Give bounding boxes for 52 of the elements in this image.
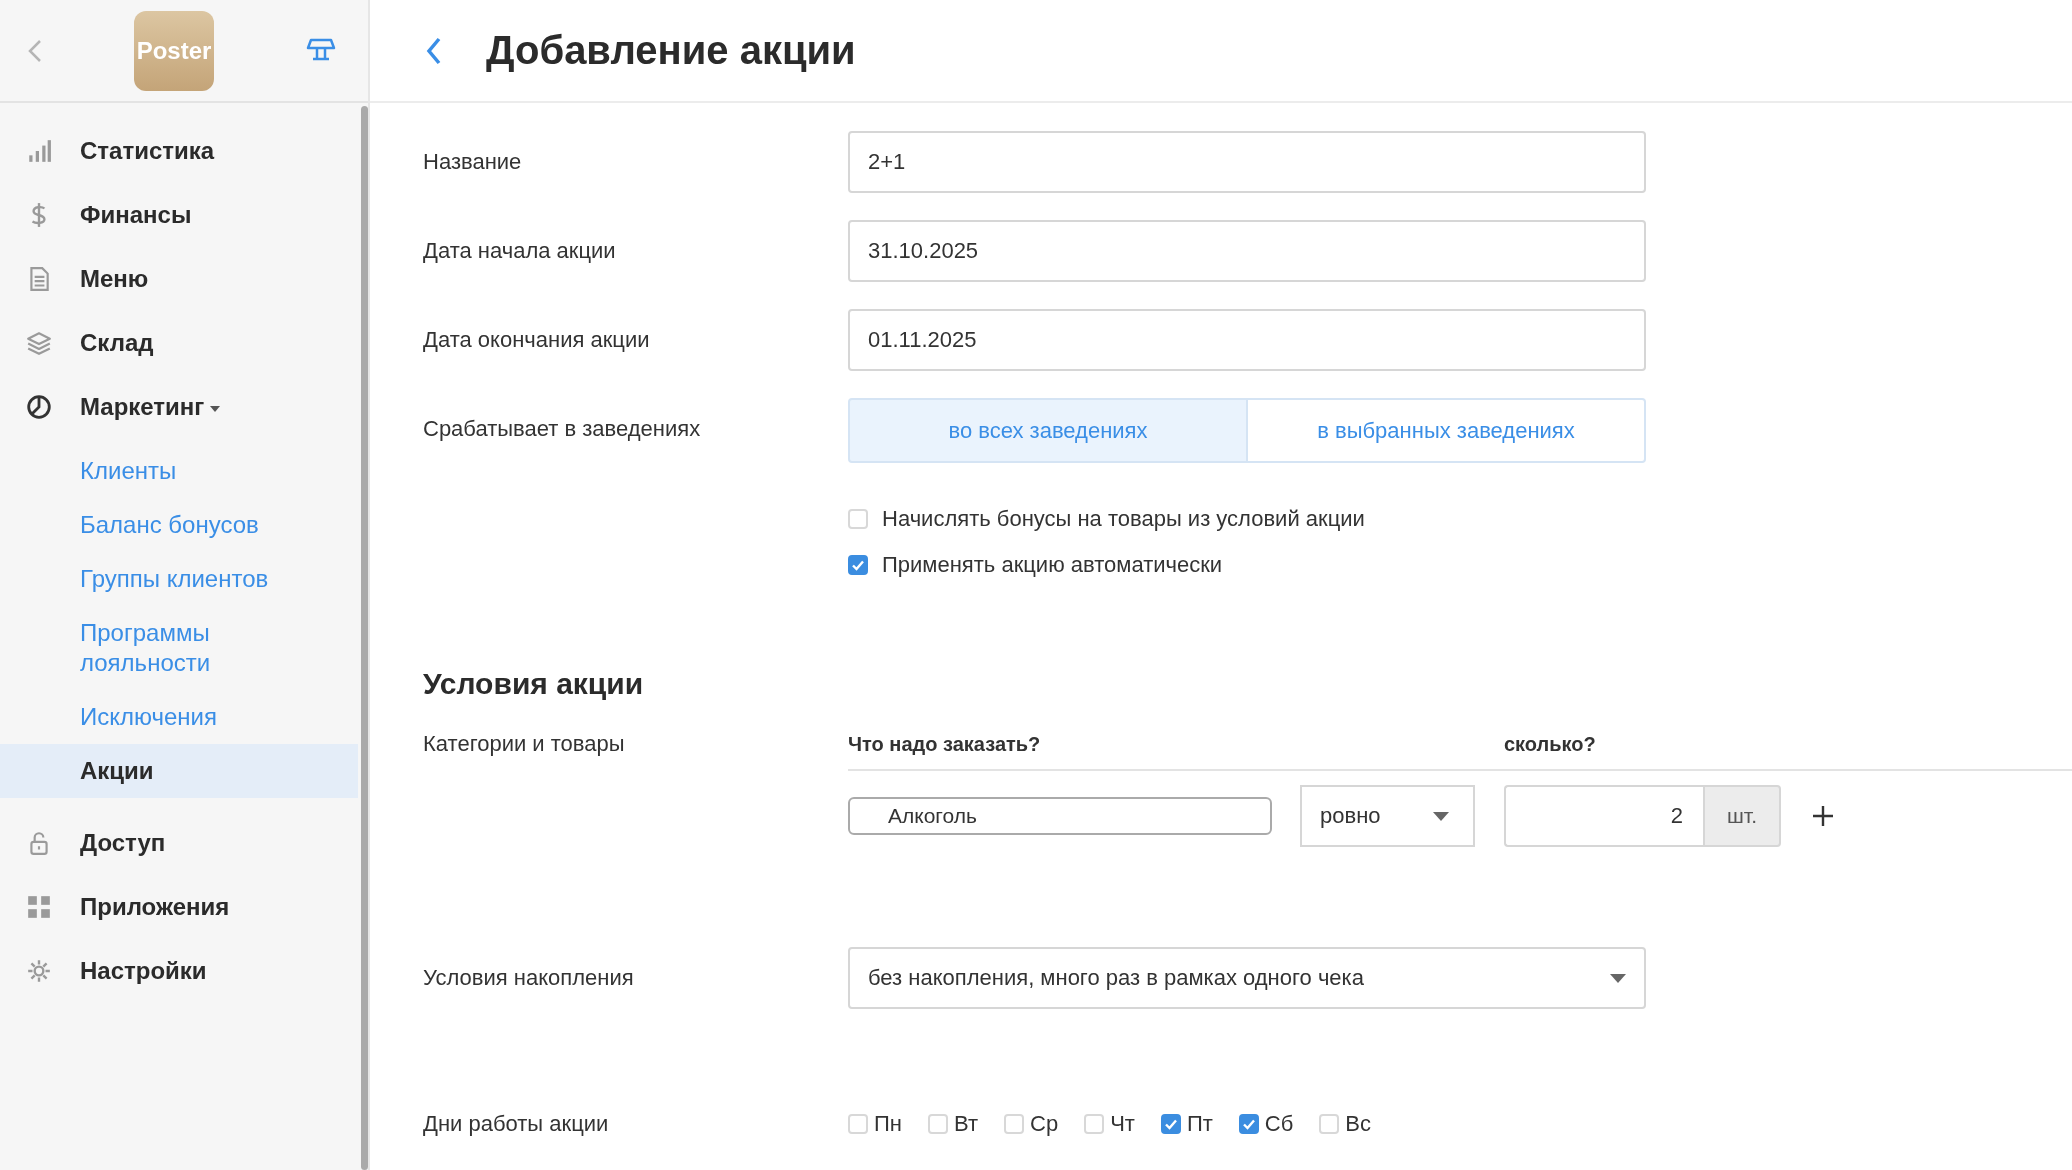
field-label: Срабатывает в заведениях: [423, 415, 702, 442]
field-label: Условия накопления: [423, 964, 635, 991]
day-label: Ср: [1030, 1111, 1059, 1137]
field-label: Категории и товары: [423, 730, 626, 758]
dropdown-arrow-icon: [1610, 973, 1626, 983]
scrollbar[interactable]: [361, 106, 368, 1170]
sidebar-item[interactable]: Меню: [0, 247, 358, 311]
app-logo: Poster: [134, 10, 214, 91]
sidebar-item[interactable]: Склад: [0, 311, 358, 375]
text-field[interactable]: 01.11.2025: [848, 309, 1646, 371]
text-field[interactable]: 31.10.2025: [848, 220, 1646, 282]
checkbox[interactable]: [1160, 1114, 1181, 1134]
day-label: Сб: [1264, 1111, 1294, 1137]
day-label: Чт: [1110, 1111, 1135, 1137]
back-chevron-icon[interactable]: [28, 38, 42, 63]
section-title: Условия акции: [423, 666, 645, 702]
day-label: Пн: [874, 1111, 902, 1137]
checkbox[interactable]: [848, 555, 868, 575]
settings-icon: [26, 958, 52, 984]
product-field[interactable]: Алкоголь: [848, 797, 1272, 835]
pie-chart-icon: [26, 394, 52, 420]
checkbox[interactable]: [1238, 1114, 1259, 1134]
dropdown-arrow-icon: [1433, 811, 1449, 821]
field-label: Дата начала акции: [423, 237, 617, 264]
sidebar-item[interactable]: Финансы: [0, 183, 358, 247]
checkbox-label: Применять акцию автоматически: [882, 552, 1223, 578]
mode-select[interactable]: ровно: [1300, 785, 1475, 847]
caret-icon: [210, 406, 221, 412]
sidebar-item[interactable]: Приложения: [0, 875, 358, 939]
field-label: Дни работы акции: [423, 1111, 610, 1137]
day-label: Вс: [1345, 1111, 1371, 1137]
unit-label: шт.: [1703, 785, 1781, 847]
accumulation-select[interactable]: без накопления, много раз в рамках одного чека: [848, 947, 1646, 1009]
sidebar-item[interactable]: Настройки: [0, 939, 358, 1003]
field-label: Название: [423, 148, 523, 175]
back-chevron-icon[interactable]: [426, 36, 442, 65]
layers-icon: [26, 330, 52, 356]
sidebar-item[interactable]: Маркетинг: [0, 375, 358, 439]
page-title: Добавление акции: [486, 28, 856, 73]
field-label: Дата окончания акции: [423, 326, 651, 353]
day-label: Вт: [953, 1111, 978, 1137]
submenu-item[interactable]: Акции: [0, 744, 358, 798]
column-header: сколько?: [1504, 732, 1596, 757]
sidebar-item[interactable]: Доступ: [0, 811, 358, 875]
text-field[interactable]: 2+1: [848, 131, 1646, 193]
column-header: Что надо заказать?: [848, 732, 1042, 757]
bar-chart-icon: [26, 138, 52, 164]
checkbox-label: Начислять бонусы на товары из условий акции: [882, 506, 1365, 532]
grid-icon: [26, 894, 52, 920]
day-label: Пт: [1186, 1111, 1213, 1137]
sidebar-item[interactable]: Статистика: [0, 119, 358, 183]
add-icon[interactable]: [1811, 804, 1835, 828]
